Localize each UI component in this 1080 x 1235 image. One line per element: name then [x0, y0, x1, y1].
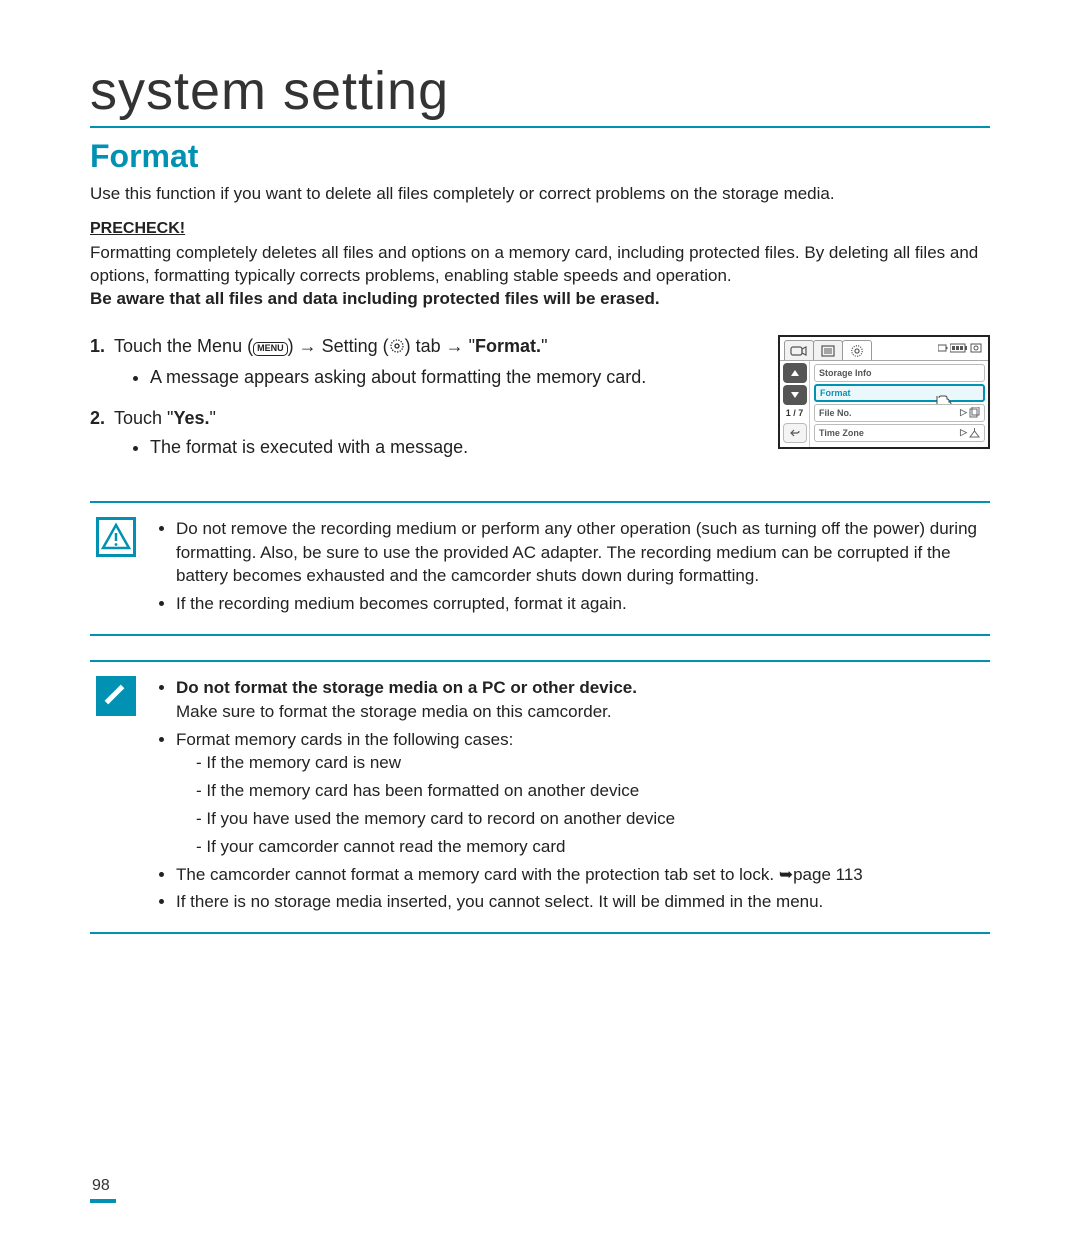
step1-bullet: A message appears asking about formattin… [150, 364, 748, 391]
step1-format-word: Format. [475, 336, 541, 356]
note-sub: Make sure to format the storage media on… [176, 702, 612, 721]
step-2: 2. Touch "Yes." The format is executed w… [90, 405, 748, 461]
page-number: 98 [90, 1177, 116, 1203]
note-subitem: If the memory card is new [196, 751, 863, 775]
step1-text-b: ) [288, 336, 299, 356]
precheck-body: Formatting completely deletes all files … [90, 243, 978, 285]
note-text: The camcorder cannot format a memory car… [176, 865, 779, 884]
note-sublist: If the memory card is new If the memory … [176, 751, 863, 858]
section-intro: Use this function if you want to delete … [90, 183, 990, 206]
back-button [783, 423, 807, 443]
section-heading: Format [90, 138, 990, 175]
precheck-label: PRECHECK! [90, 220, 990, 238]
precheck-block: PRECHECK! Formatting completely deletes … [90, 220, 990, 311]
screenshot-topbar [780, 337, 988, 361]
menu-item-label: File No. [819, 408, 852, 418]
menu-item-storage-info: Storage Info [814, 364, 985, 382]
step1-text-e: " [464, 336, 475, 356]
note-subitem: If your camcorder cannot read the memory… [196, 835, 863, 859]
note-text: Format memory cards in the following cas… [176, 730, 513, 749]
note-subitem: If you have used the memory card to reco… [196, 807, 863, 831]
step-number: 1. [90, 333, 105, 360]
step2-text-c: " [209, 408, 215, 428]
tab-record-icon [784, 340, 814, 360]
warning-item: If the recording medium becomes corrupte… [176, 592, 984, 616]
step-number: 2. [90, 405, 105, 432]
page-indicator: 1 / 7 [786, 408, 804, 418]
step1-text-c: Setting ( [317, 336, 389, 356]
scroll-up-button [783, 363, 807, 383]
page-ref-arrow-icon: ➥ [779, 865, 793, 884]
step2-yes-word: Yes. [173, 408, 209, 428]
scroll-down-button [783, 385, 807, 405]
menu-item-file-no: File No. ▷ [814, 404, 985, 422]
precheck-warning: Be aware that all files and data includi… [90, 289, 660, 308]
tab-list-icon [813, 340, 843, 360]
tab-settings-icon [842, 340, 872, 360]
note-icon [96, 676, 136, 716]
page-title: system setting [90, 60, 990, 128]
step-1: 1. Touch the Menu (MENU) → Setting ( ) ta… [90, 333, 748, 391]
note-subitem: If the memory card has been formatted on… [196, 779, 863, 803]
menu-item-label: Format [820, 388, 851, 398]
menu-item-label: Storage Info [819, 368, 872, 378]
warning-item: Do not remove the recording medium or pe… [176, 517, 984, 588]
warning-list: Do not remove the recording medium or pe… [154, 517, 984, 620]
note-item: The camcorder cannot format a memory car… [176, 863, 863, 887]
step1-text-g: " [541, 336, 547, 356]
note-list: Do not format the storage media on a PC … [154, 676, 863, 918]
menu-item-format: Format [814, 384, 985, 402]
battery-indicator-icon [938, 343, 984, 353]
page-ref: page 113 [793, 865, 863, 884]
screenshot-menu-list: Storage Info Format File No. ▷ Time Zone ▷ [810, 361, 988, 447]
step1-text-a: Touch the Menu ( [114, 336, 253, 356]
arrow-icon: → [299, 336, 317, 356]
note-item: Format memory cards in the following cas… [176, 728, 863, 859]
steps-list: 1. Touch the Menu (MENU) → Setting ( ) ta… [90, 333, 748, 475]
warning-callout: Do not remove the recording medium or pe… [90, 501, 990, 636]
step1-text-d: ) tab [405, 336, 446, 356]
gear-icon [389, 335, 405, 362]
menu-button-icon: MENU [253, 342, 288, 356]
screenshot-left-col: 1 / 7 [780, 361, 810, 447]
note-item: Do not format the storage media on a PC … [176, 676, 863, 724]
warning-icon [96, 517, 136, 557]
note-callout: Do not format the storage media on a PC … [90, 660, 990, 934]
step2-bullet: The format is executed with a message. [150, 434, 748, 461]
step2-text-a: Touch " [114, 408, 173, 428]
arrow-icon: → [446, 336, 464, 356]
note-item: If there is no storage media inserted, y… [176, 890, 863, 914]
menu-item-label: Time Zone [819, 428, 864, 438]
precheck-text: Formatting completely deletes all files … [90, 242, 990, 311]
note-bold: Do not format the storage media on a PC … [176, 678, 637, 697]
camcorder-menu-screenshot: 1 / 7 Storage Info Format File No. ▷ Time… [778, 335, 990, 449]
play-icon: ▷ [960, 407, 967, 418]
play-icon: ▷ [960, 427, 967, 438]
menu-item-time-zone: Time Zone ▷ [814, 424, 985, 442]
